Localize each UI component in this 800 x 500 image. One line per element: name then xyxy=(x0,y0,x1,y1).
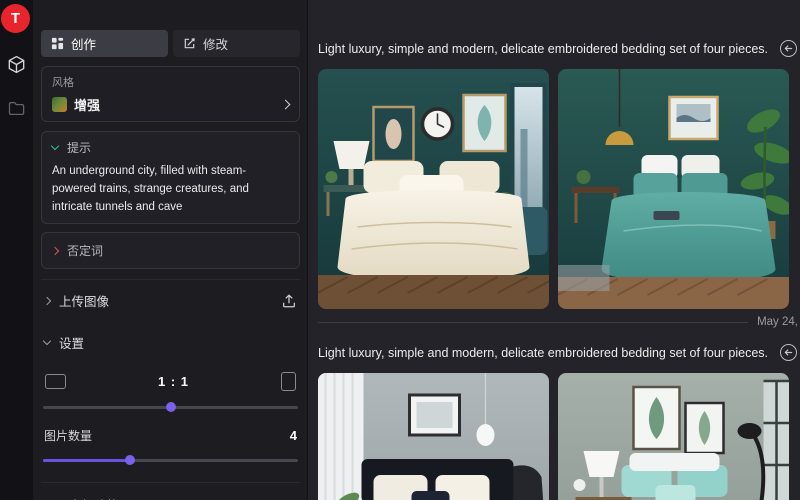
style-value: 增强 xyxy=(74,95,275,114)
edit-icon xyxy=(183,37,196,50)
result-meta-row: May 24, xyxy=(318,316,800,328)
style-thumbnail xyxy=(52,97,67,112)
tab-modify[interactable]: 修改 xyxy=(173,30,300,57)
generated-image-art xyxy=(558,69,789,309)
mode-tabs: 创作 修改 xyxy=(41,30,300,57)
generated-image-2[interactable] xyxy=(558,69,789,309)
generated-image-3[interactable] xyxy=(318,373,549,500)
tab-create[interactable]: 创作 xyxy=(41,30,168,57)
chevron-down-icon xyxy=(51,142,59,150)
app-window: T 创作 xyxy=(0,0,800,500)
slider-fill xyxy=(43,459,130,462)
generation-panel: 创作 修改 风格 增强 提示 An undergro xyxy=(33,0,308,500)
tab-modify-label: 修改 xyxy=(203,34,228,53)
slider-handle[interactable] xyxy=(125,455,135,465)
results-panel: Light luxury, simple and modern, delicat… xyxy=(308,0,800,500)
settings-label: 设置 xyxy=(59,333,297,352)
generated-image-4[interactable] xyxy=(558,373,789,500)
brand-logo[interactable]: T xyxy=(1,4,30,33)
result-image-row xyxy=(318,69,800,309)
aspect-ratio-control: 1 : 1 xyxy=(41,372,300,391)
grid-icon xyxy=(51,37,64,50)
style-card[interactable]: 风格 增强 xyxy=(41,66,300,122)
prompt-text[interactable]: An underground city, filled with steam-p… xyxy=(52,163,289,216)
arrow-left-circle-icon[interactable] xyxy=(780,40,797,57)
style-label: 风格 xyxy=(52,74,289,90)
generated-image-1[interactable] xyxy=(318,69,549,309)
arrow-left-circle-icon[interactable] xyxy=(780,344,797,361)
image-count-slider[interactable] xyxy=(43,454,298,466)
generated-image-art xyxy=(318,373,549,500)
portrait-ratio-icon[interactable] xyxy=(281,372,296,391)
prompt-card[interactable]: 提示 An underground city, filled with stea… xyxy=(41,131,300,224)
divider xyxy=(318,322,748,323)
result-caption-row: Light luxury, simple and modern, delicat… xyxy=(318,344,800,361)
nav-rail: T xyxy=(0,0,33,500)
result-caption: Light luxury, simple and modern, delicat… xyxy=(318,346,768,360)
generated-image-art xyxy=(558,373,789,500)
chevron-right-icon xyxy=(51,247,59,255)
advanced-features-label: 高级功能 xyxy=(69,495,297,500)
image-count-value: 4 xyxy=(290,428,297,443)
aspect-ratio-slider[interactable] xyxy=(43,401,298,413)
model-cube-icon[interactable] xyxy=(7,55,26,79)
negative-label: 否定词 xyxy=(67,242,103,259)
negative-header[interactable]: 否定词 xyxy=(52,242,289,259)
settings-row[interactable]: 设置 xyxy=(41,320,300,362)
chevron-down-icon xyxy=(43,337,51,345)
result-caption: Light luxury, simple and modern, delicat… xyxy=(318,42,768,56)
style-selector[interactable]: 增强 xyxy=(52,95,289,114)
folder-icon[interactable] xyxy=(8,101,25,121)
image-count-row: 图片数量 4 xyxy=(41,427,300,444)
upload-label: 上传图像 xyxy=(59,291,272,310)
image-count-label: 图片数量 xyxy=(44,427,290,444)
landscape-ratio-icon[interactable] xyxy=(45,374,66,389)
prompt-header[interactable]: 提示 xyxy=(52,139,289,156)
negative-card[interactable]: 否定词 xyxy=(41,232,300,269)
chevron-right-icon xyxy=(281,100,291,110)
slider-handle[interactable] xyxy=(166,402,176,412)
upload-icon[interactable] xyxy=(281,293,297,309)
advanced-features-row[interactable]: 高级功能 xyxy=(41,482,300,500)
result-date: May 24, xyxy=(757,316,798,328)
result-caption-row: Light luxury, simple and modern, delicat… xyxy=(318,40,800,57)
result-image-row xyxy=(318,373,800,500)
aspect-ratio-value: 1 : 1 xyxy=(158,374,189,389)
chevron-right-icon xyxy=(43,297,51,305)
generated-image-art xyxy=(318,69,549,309)
upload-image-row[interactable]: 上传图像 xyxy=(41,279,300,320)
tab-create-label: 创作 xyxy=(71,34,96,53)
prompt-label: 提示 xyxy=(67,139,91,156)
